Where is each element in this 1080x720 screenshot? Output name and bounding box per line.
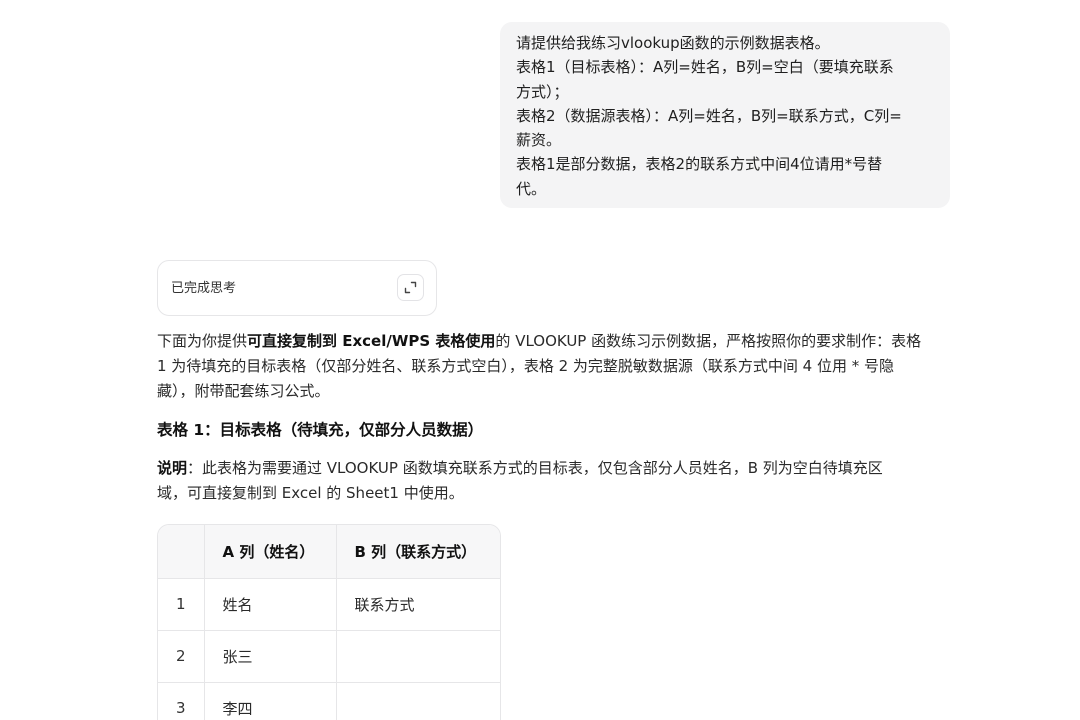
intro-line: 1 为待填充的目标表格（仅部分姓名、联系方式空白），表格 2 为完整脱敏数据源（…	[157, 357, 895, 375]
intro-text: 的 VLOOKUP 函数练习示例数据，严格按照你的要求制作：表格	[495, 332, 922, 350]
table1: A 列（姓名） B 列（联系方式） 1 姓名 联系方式 2 张三 3 李四	[158, 525, 500, 720]
table-cell: 张三	[204, 630, 337, 683]
user-message-line: 表格2（数据源表格）：A列=姓名，B列=联系方式，C列=	[516, 106, 902, 125]
intro-line: 藏），附带配套练习公式。	[157, 382, 330, 400]
user-message-line: 请提供给我练习vlookup函数的示例数据表格。	[516, 34, 830, 52]
intro-text: 下面为你提供	[157, 332, 248, 350]
note-label: 说明	[157, 459, 188, 477]
expand-icon	[404, 281, 417, 294]
table-row: 2 张三	[158, 630, 500, 683]
expand-thinking-button[interactable]	[397, 274, 424, 301]
table-cell: 姓名	[204, 578, 337, 631]
intro-line: 下面为你提供可直接复制到 Excel/WPS 表格使用的 VLOOKUP 函数练…	[157, 329, 957, 354]
table-cell: 3	[158, 682, 205, 720]
table-cell: 2	[158, 630, 205, 683]
thinking-status-label: 已完成思考	[171, 281, 237, 296]
table-row: 3 李四	[158, 682, 500, 720]
note-text: ：此表格为需要通过 VLOOKUP 函数填充联系方式的目标表，仅包含部分人员姓名…	[187, 459, 883, 477]
answer-intro: 下面为你提供可直接复制到 Excel/WPS 表格使用的 VLOOKUP 函数练…	[157, 329, 957, 404]
user-message-line: 表格1（目标表格）：A列=姓名，B列=空白（要填充联系	[516, 58, 894, 77]
user-message-line: 表格1是部分数据，表格2的联系方式中间4位请用*号替	[516, 155, 883, 174]
note-line: 说明：此表格为需要通过 VLOOKUP 函数填充联系方式的目标表，仅包含部分人员…	[157, 456, 957, 481]
table-cell	[336, 682, 500, 720]
intro-bold-text: 可直接复制到 Excel/WPS 表格使用	[247, 332, 496, 350]
table1-container: A 列（姓名） B 列（联系方式） 1 姓名 联系方式 2 张三 3 李四	[157, 524, 501, 720]
note-line: 域，可直接复制到 Excel 的 Sheet1 中使用。	[157, 484, 464, 502]
user-message-line: 薪资。	[516, 131, 562, 150]
user-message-line: 代。	[516, 179, 547, 198]
table-header-cell: A 列（姓名）	[204, 525, 337, 579]
table-header-cell: B 列（联系方式）	[336, 525, 500, 579]
user-message-line: 方式）；	[516, 82, 569, 101]
chat-page: 请提供给我练习vlookup函数的示例数据表格。 表格1（目标表格）：A列=姓名…	[0, 0, 1080, 720]
table-header-cell	[158, 525, 205, 579]
table-cell: 1	[158, 578, 205, 631]
table1-heading: 表格 1：目标表格（待填充，仅部分人员数据）	[157, 421, 484, 439]
table-row: 1 姓名 联系方式	[158, 578, 500, 631]
user-message-bubble: 请提供给我练习vlookup函数的示例数据表格。 表格1（目标表格）：A列=姓名…	[500, 22, 950, 208]
table-cell: 联系方式	[336, 578, 500, 631]
assistant-answer: 下面为你提供可直接复制到 Excel/WPS 表格使用的 VLOOKUP 函数练…	[157, 329, 957, 506]
table-header-row: A 列（姓名） B 列（联系方式）	[158, 525, 500, 579]
table-cell: 李四	[204, 682, 337, 720]
table-cell	[336, 630, 500, 683]
thinking-status-card[interactable]: 已完成思考	[157, 260, 437, 316]
table1-note: 说明：此表格为需要通过 VLOOKUP 函数填充联系方式的目标表，仅包含部分人员…	[157, 456, 957, 506]
